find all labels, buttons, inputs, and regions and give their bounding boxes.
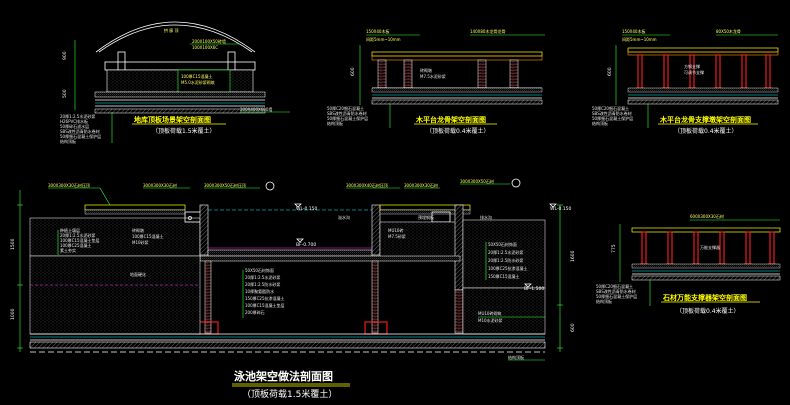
main-callout-top-1: 300X300X30石材压顶	[48, 182, 90, 188]
main-misc-4: 地面硬化	[130, 271, 146, 277]
level-wl-left: WL-0.150	[296, 206, 318, 212]
s1-top-label: 拱 廊 顶	[164, 27, 179, 33]
main-mid-layer-1: 50X50石材饰面	[245, 267, 274, 273]
main-dim-left-2: 1000	[10, 308, 16, 320]
s4-note: （顶板荷载0.4米覆土）	[676, 307, 740, 315]
s3-callout-mid-1: 方钢支撑	[684, 63, 700, 69]
main-callout-top-2: 300X300X30石材	[143, 182, 177, 188]
section-3-wood-deck-pedestal: 600 150X40木板 间距5mm~10mm 80X50木龙骨 方钢支撑 可调…	[592, 28, 779, 135]
pool-left-soil	[29, 217, 201, 257]
main-mid-layer-3: 20厚1:2.5防水砂浆	[245, 281, 280, 287]
main-misc-10: MU10砖砌筑	[478, 310, 501, 316]
s4-layer-4: 结构顶板	[596, 298, 612, 304]
s4-callout-top-1: 600X300X30石材	[690, 213, 724, 219]
main-right-layer-3: 20厚1:2.5防水砂浆	[488, 257, 523, 263]
s3-layer-4: 结构顶板	[592, 120, 608, 126]
s1-callout-mid-2: M5.0水泥砂浆砌筑	[181, 79, 215, 85]
s3-dim-1: 600	[607, 67, 613, 76]
s1-layer-6: 结构顶板	[60, 138, 76, 144]
main-misc-8: 预埋钢板	[418, 214, 434, 220]
main-callout-top-4: 300X300X40石材压顶	[346, 182, 388, 188]
main-right-layer-2: 20厚1:2.5水泥砂浆	[488, 249, 523, 255]
main-misc-3: M10砂浆	[132, 239, 149, 245]
main-misc-1: 砖砌墩	[132, 227, 144, 233]
structural-slab	[29, 341, 546, 349]
s1-dim-1: 900	[62, 51, 68, 60]
main-title: 泳池架空做法剖面图	[234, 369, 333, 383]
main-mid-layer-4: 10厚聚氨酯防水	[245, 288, 274, 294]
s1-dim-2: 500	[62, 89, 68, 98]
s4-callout-mid-1: 万能支撑器	[700, 244, 720, 250]
main-dim-right-1: 1600	[570, 250, 576, 262]
cad-drawing-canvas: 拱 廊 顶 900 500 200X100X50砖墙 100X100X6C 10…	[10, 21, 781, 400]
pool-left-wall	[199, 204, 209, 256]
s1-callout-top-1: 200X100X50砖墙	[192, 38, 226, 44]
main-misc-2: 100厚C15混凝土	[132, 233, 164, 239]
s2-note: （顶板荷载0.4米覆土）	[426, 127, 490, 135]
s1-callout-mid-1: 100厚C15混凝土	[181, 73, 213, 79]
arch-roof	[95, 21, 256, 53]
section-1-basement-roof: 拱 廊 顶 900 500 200X100X50砖墙 100X100X6C 10…	[60, 21, 290, 144]
s3-callout-top-3: 80X50木龙骨	[716, 28, 741, 34]
level-bf-left: BF-0.700	[296, 242, 316, 248]
main-misc-12: 结构顶板	[508, 354, 524, 360]
s2-callout-top-2: 间距5mm~10mm	[366, 36, 401, 42]
section-2-wood-deck-joist: 600 150X40木板 间距5mm~10mm 140X80木龙骨龙骨 砖砌墩 …	[327, 28, 545, 135]
s3-pedestals	[636, 54, 772, 89]
s1-note: （顶板荷载1.5米覆土）	[152, 127, 216, 135]
main-misc-11: M10水泥砂浆	[478, 317, 503, 323]
main-right-layer-5: 150厚C15混凝土	[488, 273, 520, 279]
main-misc-7: M7.5砂浆	[388, 233, 406, 239]
section-main-pool: 1500 1000 1600 600 300X300X30石材压顶 300X30…	[10, 178, 576, 400]
main-left-layer-5: 素土夯实	[60, 247, 76, 253]
level-wl-right: WL-0.150	[550, 206, 572, 212]
main-misc-5: 溢水沟	[338, 214, 350, 220]
s2-callout-top-1: 150X40木板	[366, 28, 389, 34]
main-misc-9: 排水沟	[480, 214, 492, 220]
main-right-layer-1: 50X50石材饰面	[488, 241, 517, 247]
s3-note: （顶板荷载0.4米覆土）	[674, 127, 738, 135]
main-dim-right-2: 600	[570, 323, 576, 332]
s1-callout-top-2: 100X100X6C	[192, 45, 218, 50]
main-misc-6: MU10砖	[388, 227, 403, 233]
s4-title: 石材万能支撑器架空剖面图	[662, 293, 747, 302]
main-callout-top-6: 300X300X50石材	[460, 178, 494, 184]
s4-dim-1: 775	[611, 244, 617, 253]
main-right-layer-4: 100厚C25抗渗混凝土	[488, 265, 528, 271]
s1-title: 地库顶板场景架空剖面图	[134, 115, 211, 124]
main-callout-top-5: 300X300X30石材	[404, 182, 438, 188]
s2-callout-top-3: 140X80木龙骨龙骨	[470, 28, 505, 34]
pool-right-wall	[371, 204, 381, 256]
s2-callout-mid-2: M7.5水泥砂浆	[420, 73, 446, 79]
s3-callout-mid-2: 可调节支撑	[684, 69, 704, 75]
s3-callout-top-1: 150X40木板	[622, 28, 645, 34]
s1-callout-floor: 200X400X600墙	[240, 106, 272, 112]
level-bf-right: BF-1.500	[524, 286, 544, 292]
s2-callout-mid-1: 砖砌墩	[420, 67, 432, 73]
pool-floor-slab	[207, 249, 373, 257]
main-callout-top-3: 300X300X50石材压顶	[204, 182, 246, 188]
section-4-stone-pedestal: 775 600X300X30石材 万能支撑器 50厚C20细石混凝土 SBS改性…	[596, 213, 781, 315]
s3-callout-top-2: 间距5mm~10mm	[622, 36, 657, 42]
s2-layer-4: 结构顶板	[327, 120, 343, 126]
main-note: （顶板荷载1.5米覆土）	[242, 388, 337, 400]
main-mid-layer-7: 200厚碎石	[245, 309, 265, 315]
main-mid-layer-5: 150厚C25抗渗混凝土	[245, 295, 285, 301]
s3-title: 木平台龙骨支撑墩架空剖面图	[659, 115, 751, 124]
main-mid-layer-2: 20厚1:2.5水泥砂浆	[245, 274, 280, 280]
main-mid-layer-6: 100厚C15混凝土垫层	[245, 302, 285, 308]
s2-title: 木平台龙骨架空剖面图	[415, 115, 486, 124]
s2-dim-1: 600	[350, 67, 356, 76]
main-dim-left-1: 1500	[10, 238, 16, 250]
